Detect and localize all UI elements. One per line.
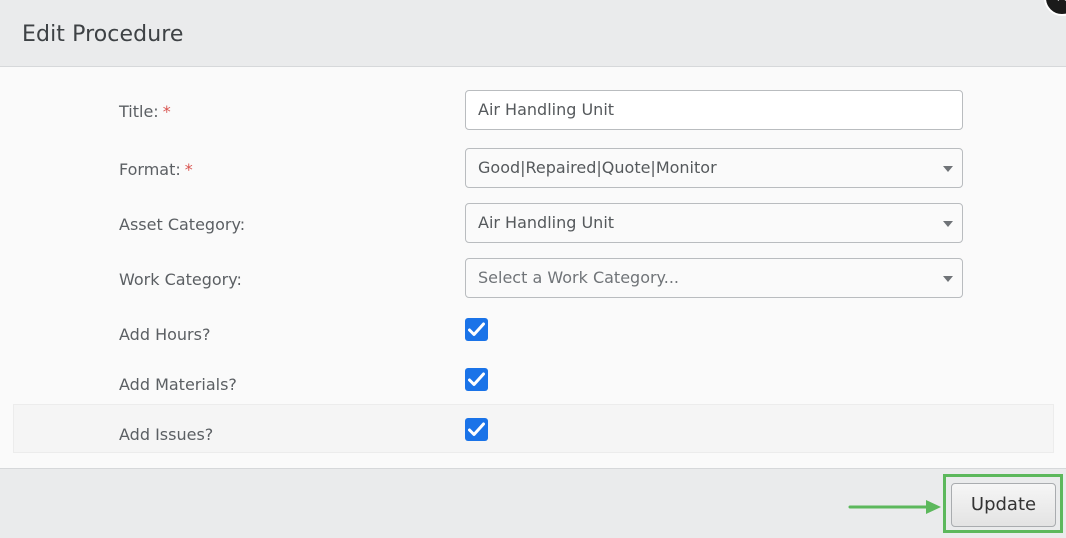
format-label-text: Format: (119, 160, 181, 179)
title-input[interactable]: Air Handling Unit (465, 90, 963, 130)
work-category-placeholder: Select a Work Category... (478, 268, 679, 287)
update-button[interactable]: Update (951, 483, 1056, 527)
add-materials-checkbox[interactable] (465, 368, 488, 391)
dialog-title: Edit Procedure (22, 22, 184, 47)
add-issues-checkbox[interactable] (465, 418, 488, 441)
dialog-body: Title: * Air Handling Unit Format: * Good|… (0, 67, 1066, 468)
asset-category-value: Air Handling Unit (478, 213, 615, 232)
edit-procedure-dialog: Edit Procedure ✕ Title:* Air Handling Un… (0, 0, 1066, 538)
caret-down-icon (943, 221, 953, 227)
required-marker: * (184, 160, 193, 179)
add-hours-label: Add Hours? (119, 325, 211, 344)
work-category-label: Work Category: (119, 270, 242, 289)
required-marker: * (162, 102, 171, 121)
title-label-text: Title: (119, 102, 159, 121)
format-select[interactable]: Good|Repaired|Quote|Monitor (465, 148, 963, 188)
check-icon (468, 422, 485, 436)
work-category-select[interactable]: Select a Work Category... (465, 258, 963, 298)
add-materials-label: Add Materials? (119, 375, 237, 394)
caret-down-icon (943, 166, 953, 172)
check-icon (468, 372, 485, 386)
asset-category-select[interactable]: Air Handling Unit (465, 203, 963, 243)
asset-category-label: Asset Category: (119, 215, 246, 234)
arrow-right-icon (848, 500, 941, 514)
add-issues-label: Add Issues? (119, 425, 214, 444)
title-input-value: Air Handling Unit (478, 100, 615, 119)
caret-down-icon (943, 276, 953, 282)
format-select-value: Good|Repaired|Quote|Monitor (478, 158, 717, 177)
format-label: Format: * (119, 160, 193, 179)
add-hours-checkbox[interactable] (465, 318, 488, 341)
dialog-header: Edit Procedure (0, 0, 1066, 67)
check-icon (468, 322, 485, 336)
title-label: Title: * (119, 102, 171, 121)
